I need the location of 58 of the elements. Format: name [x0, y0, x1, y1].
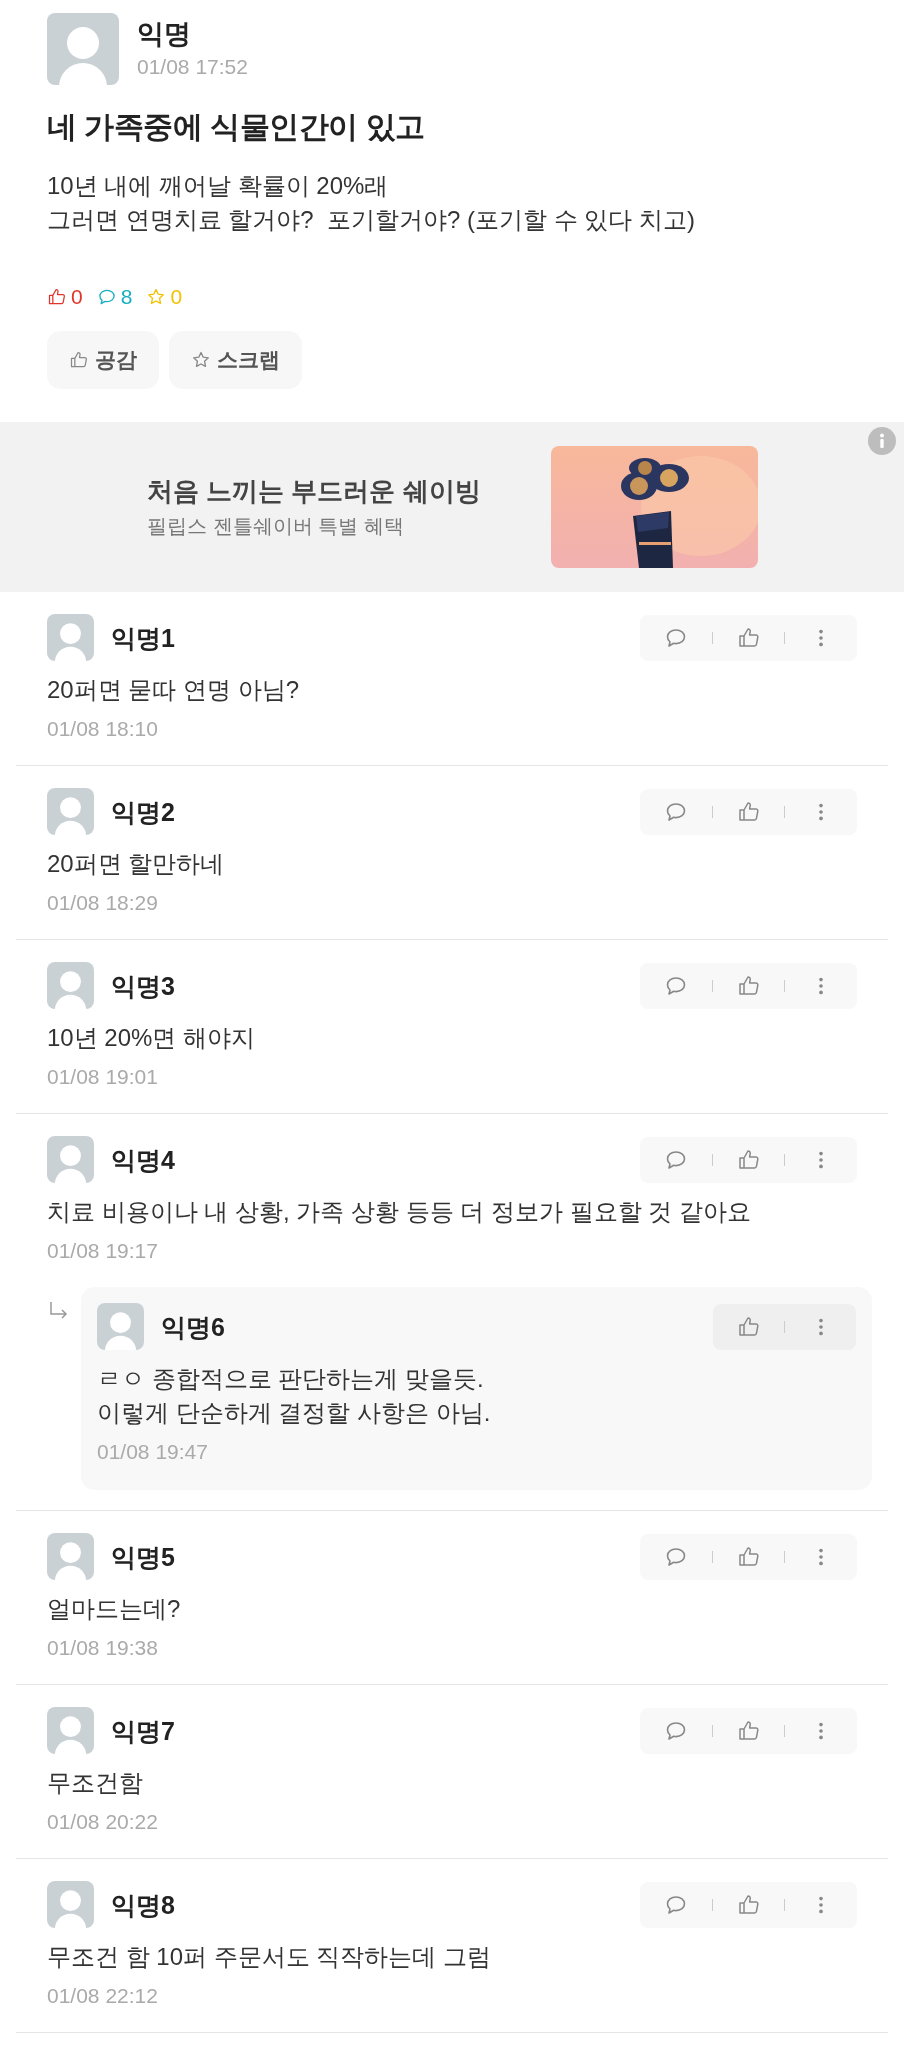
comment-time: 01/08 19:01: [47, 1064, 159, 1090]
ad-banner[interactable]: 처음 느끼는 부드러운 쉐이빙 필립스 젠틀쉐이버 특별 혜택: [0, 422, 904, 592]
avatar-icon: [47, 13, 119, 85]
thumbs-up-icon: [736, 1892, 761, 1917]
like-button[interactable]: 공감: [47, 331, 159, 389]
comment-text: 10년 20%면 해야지: [47, 1023, 257, 1053]
comment-text: 무조건 함 10퍼 주문서도 직작하는데 그럼: [47, 1942, 493, 1972]
thumbs-up-icon: [736, 625, 761, 650]
comment-time: 01/08 18:10: [47, 716, 159, 742]
comment-text: 얼마드는데?: [47, 1594, 182, 1624]
thumbs-up-icon: [736, 1718, 761, 1743]
avatar-icon: [47, 1707, 94, 1754]
thumbs-up-icon: [736, 1147, 761, 1172]
avatar-icon: [47, 614, 94, 661]
comment-text: 20퍼면 묻따 연명 아님?: [47, 675, 301, 705]
avatar-icon: [47, 1533, 94, 1580]
post-title: 네 가족중에 식물인간이 있고: [47, 109, 426, 145]
info-icon[interactable]: [868, 427, 896, 455]
avatar-icon: [47, 788, 94, 835]
avatar-icon: [97, 1303, 144, 1350]
comment-time: 01/08 19:17: [47, 1238, 159, 1264]
thumbs-up-icon: [69, 350, 89, 370]
thumbs-up-icon: [736, 973, 761, 998]
comment-time: 01/08 20:22: [47, 1809, 159, 1835]
comment-author: 익명4: [111, 1144, 175, 1176]
thumbs-up-icon: [736, 1314, 761, 1339]
thumbs-up-icon: [736, 799, 761, 824]
avatar-icon: [47, 1881, 94, 1928]
comment-time: 01/08 22:12: [47, 1983, 159, 2009]
comment-author: 익명3: [111, 970, 175, 1002]
comment-author: 익명1: [111, 622, 175, 654]
comment-author: 익명6: [161, 1311, 225, 1343]
comment-time: 01/08 18:29: [47, 890, 159, 916]
comment-author: 익명5: [111, 1541, 175, 1573]
star-icon: [191, 350, 211, 370]
count-value: 0: [71, 285, 83, 309]
body-text: 10년 내에 깨어날 확률이 20%래: [47, 171, 390, 201]
comment-author: 익명2: [111, 796, 175, 828]
comment-time: 01/08 19:38: [47, 1635, 159, 1661]
ad-subtitle: 필립스 젠틀쉐이버 특별 혜택: [147, 514, 405, 539]
post-time: 01/08 17:52: [137, 54, 248, 80]
comment-text: 이렇게 단순하게 결정할 사항은 아님.: [97, 1398, 492, 1428]
comment-text: 무조건함: [47, 1768, 144, 1798]
comment-author: 익명7: [111, 1715, 175, 1747]
avatar-icon: [47, 962, 94, 1009]
comment-time: 01/08 19:47: [97, 1439, 209, 1465]
count-value: 8: [120, 285, 133, 309]
count-value: 0: [170, 285, 183, 309]
comment-text: ㄹㅇ 종합적으로 판단하는게 맞을듯.: [97, 1364, 485, 1394]
comment-text: 20퍼면 할만하네: [47, 849, 226, 879]
thumbs-up-icon: [736, 1544, 761, 1569]
author-name: 익명: [137, 18, 192, 51]
comment-author: 익명8: [111, 1889, 175, 1921]
comment-text: 치료 비용이나 내 상황, 가족 상황 등등 더 정보가 필요할 것 같아요: [47, 1197, 752, 1227]
avatar-icon: [47, 1136, 94, 1183]
scrap-button[interactable]: 스크랩: [169, 331, 302, 389]
body-text: 그러면 연명치료 할거야? 포기할거야? (포기할 수 있다 치고): [47, 205, 697, 235]
ad-title: 처음 느끼는 부드러운 쉐이빙: [147, 475, 482, 508]
